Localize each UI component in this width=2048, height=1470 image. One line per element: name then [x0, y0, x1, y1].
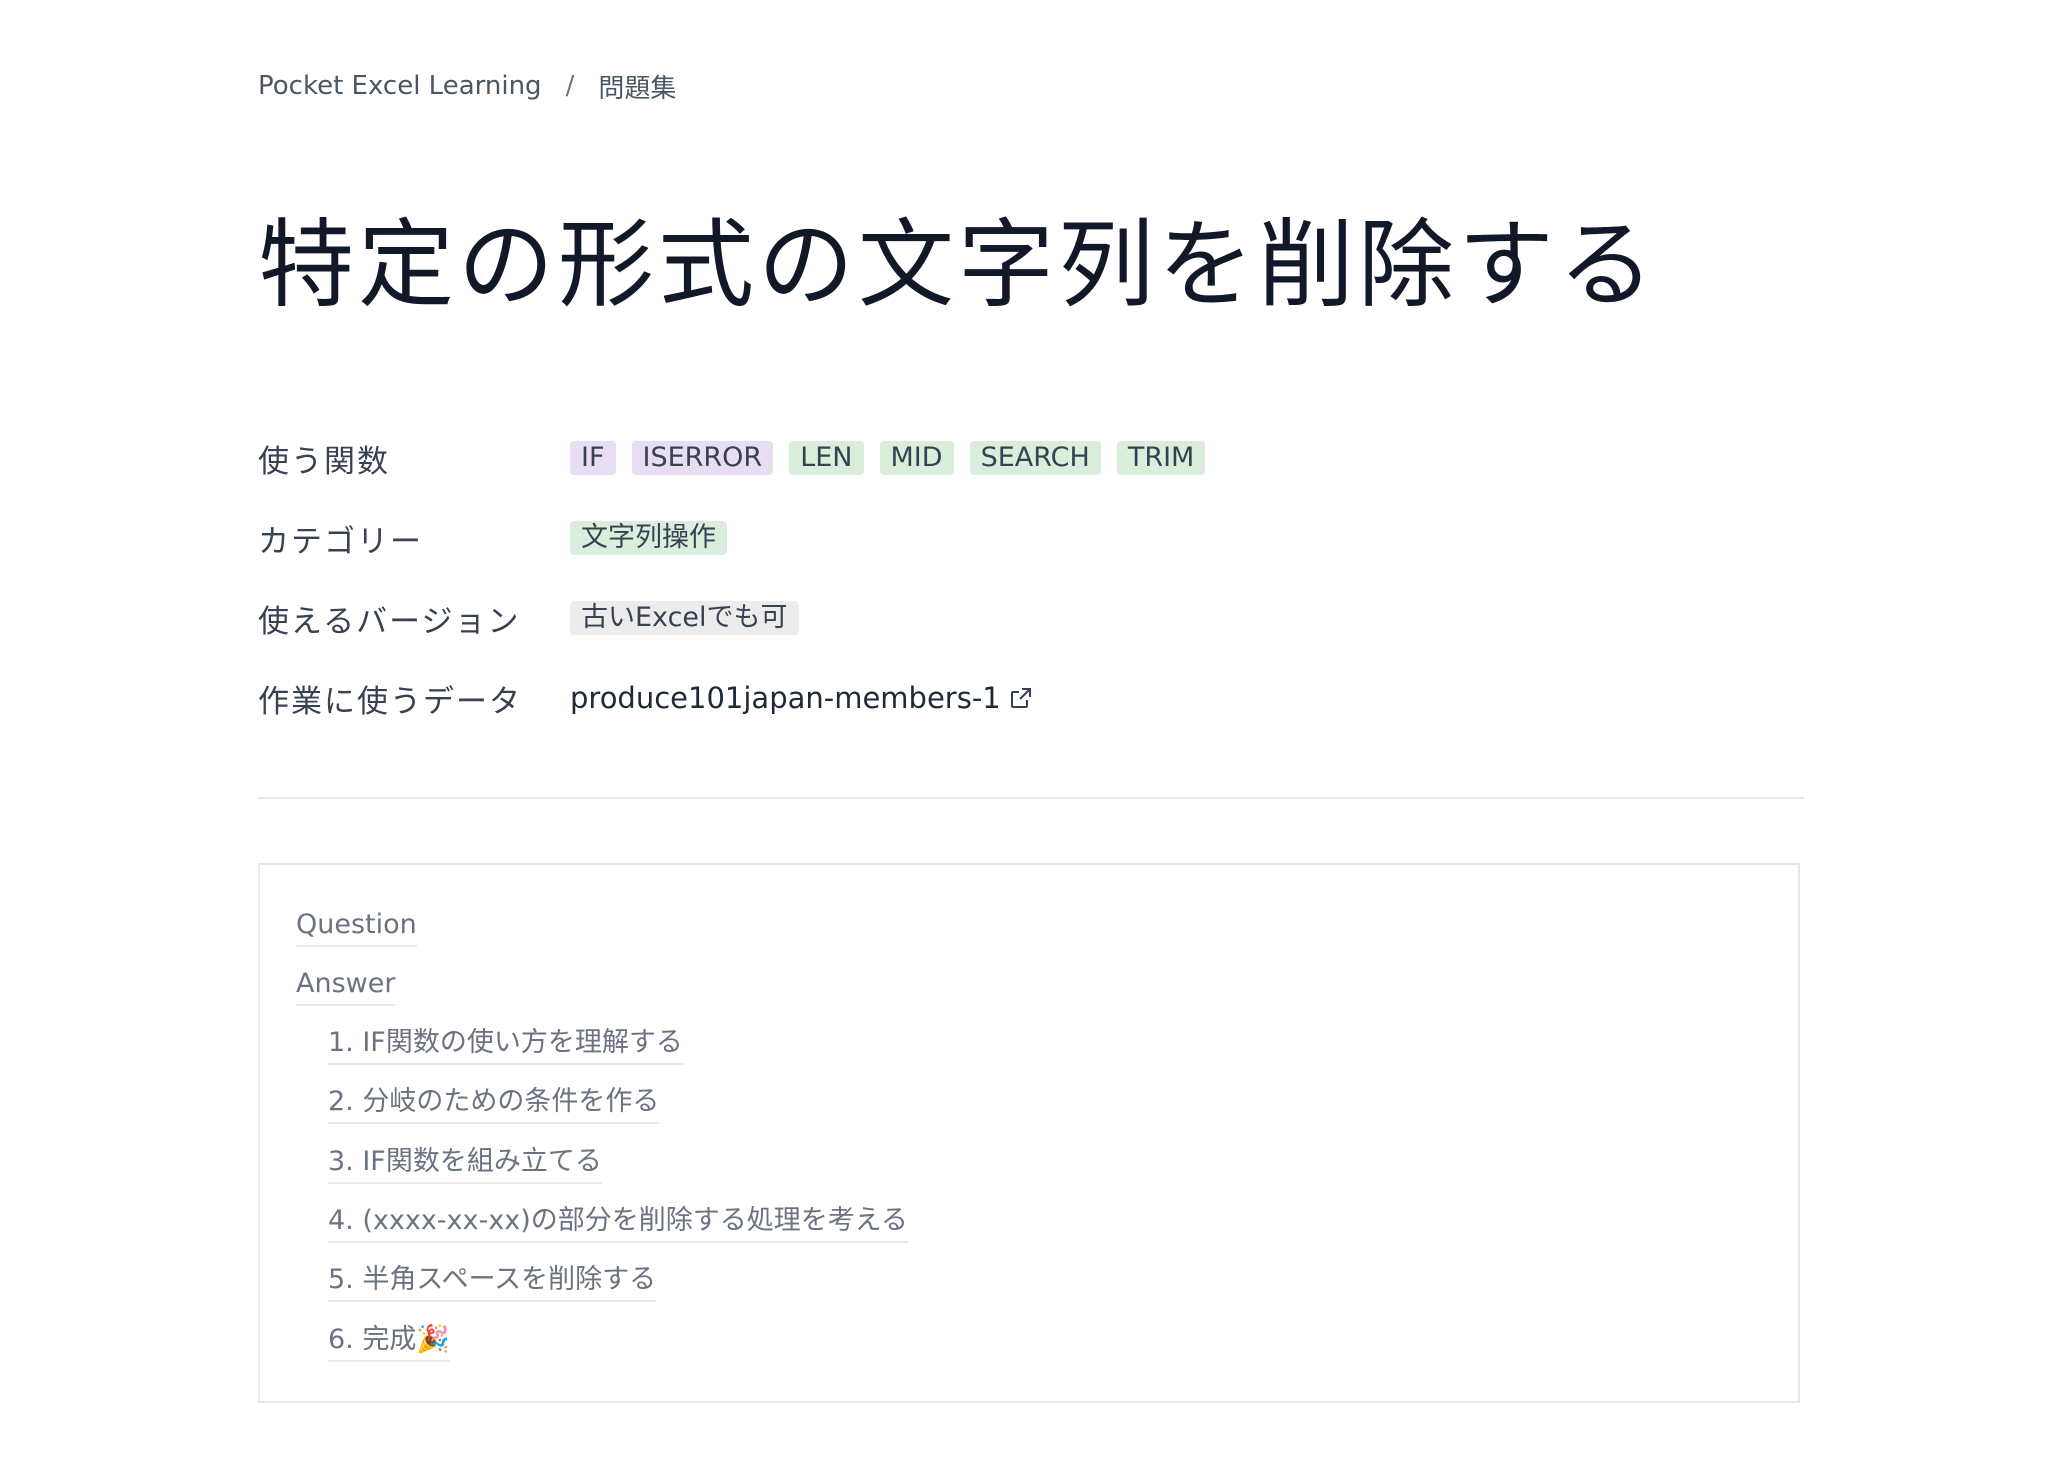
section-divider — [258, 797, 1804, 799]
table-of-contents: Question Answer 1. IF関数の使い方を理解する 2. 分岐のた… — [258, 863, 1800, 1403]
breadcrumb-current-link[interactable]: 問題集 — [598, 68, 676, 105]
data-value: produce101japan-members-1 — [570, 681, 1033, 715]
breadcrumb-separator: / — [565, 71, 575, 101]
property-label-version: 使えるバージョン — [258, 603, 521, 640]
breadcrumb-home-link[interactable]: Pocket Excel Learning — [258, 71, 542, 101]
property-label-category: カテゴリー — [258, 523, 423, 560]
property-label-data: 作業に使うデータ — [258, 683, 522, 720]
function-tag-len: LEN — [789, 441, 864, 475]
function-tag-iserror: ISERROR — [631, 441, 774, 475]
toc-item-step-6[interactable]: 6. 完成🎉 — [328, 1322, 450, 1362]
toc-item-step-4[interactable]: 4. (xxxx-xx-xx)の部分を削除する処理を考える — [328, 1203, 908, 1243]
function-tag-trim: TRIM — [1116, 441, 1206, 475]
external-link-icon — [1010, 688, 1031, 708]
breadcrumb: Pocket Excel Learning / 問題集 — [258, 66, 676, 106]
property-category: カテゴリー 文字列操作 — [258, 498, 1221, 578]
properties-table: 使う関数 IF ISERROR LEN MID SEARCH TRIM カテゴリ… — [258, 418, 1221, 738]
function-tag-if: IF — [570, 441, 616, 475]
property-version: 使えるバージョン 古いExcelでも可 — [258, 578, 1221, 658]
property-functions: 使う関数 IF ISERROR LEN MID SEARCH TRIM — [258, 418, 1221, 498]
function-tag-search: SEARCH — [969, 441, 1101, 475]
toc-item-step-3[interactable]: 3. IF関数を組み立てる — [328, 1144, 602, 1184]
data-file-link[interactable]: produce101japan-members-1 — [570, 681, 1033, 715]
toc-item-answer[interactable]: Answer — [296, 966, 396, 1006]
page: Pocket Excel Learning / 問題集 特定の形式の文字列を削除… — [0, 0, 2048, 1470]
property-label-functions: 使う関数 — [258, 443, 390, 480]
category-tag: 文字列操作 — [570, 521, 727, 555]
category-tags: 文字列操作 — [570, 521, 743, 555]
property-data: 作業に使うデータ produce101japan-members-1 — [258, 658, 1221, 738]
version-tag: 古いExcelでも可 — [570, 601, 799, 635]
data-file-link-text: produce101japan-members-1 — [570, 681, 1001, 715]
version-tags: 古いExcelでも可 — [570, 601, 815, 635]
function-tags: IF ISERROR LEN MID SEARCH TRIM — [570, 441, 1221, 475]
toc-item-step-5[interactable]: 5. 半角スペースを削除する — [328, 1262, 657, 1302]
toc-item-step-1[interactable]: 1. IF関数の使い方を理解する — [328, 1025, 683, 1065]
toc-item-step-2[interactable]: 2. 分岐のための条件を作る — [328, 1084, 660, 1124]
function-tag-mid: MID — [879, 441, 954, 475]
page-title: 特定の形式の文字列を削除する — [258, 209, 1658, 321]
toc-item-question[interactable]: Question — [296, 907, 417, 947]
